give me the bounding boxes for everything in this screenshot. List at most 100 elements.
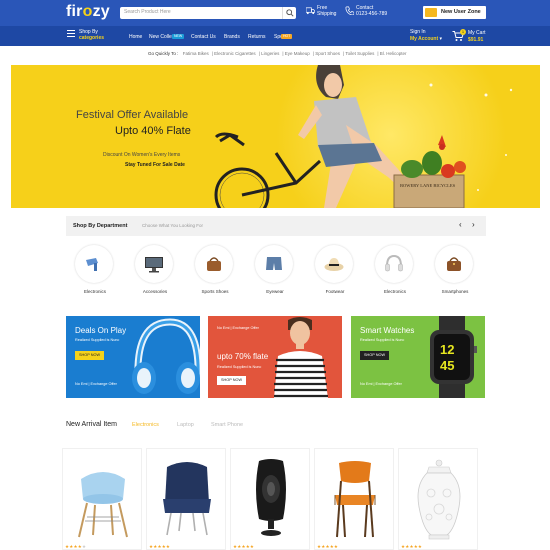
product-card[interactable]: ★★★★★: [398, 448, 478, 550]
armchair-image: [163, 462, 211, 536]
quick-link[interactable]: Lingeries: [261, 51, 279, 56]
department-circle: [135, 245, 173, 283]
department-circle: [75, 245, 113, 283]
product-card[interactable]: ★★★★★: [146, 448, 226, 550]
department-item[interactable]: Electronics: [66, 245, 126, 297]
department-item[interactable]: Sports Shoes: [186, 245, 246, 297]
product-rating: ★★★★★: [317, 544, 339, 549]
menu-icon: [67, 30, 75, 38]
quick-link[interactable]: Toilet Supplies: [345, 51, 374, 56]
new-badge: NEW: [172, 34, 185, 39]
quick-link[interactable]: Electronic Cigarettes: [214, 51, 256, 56]
search-icon: [286, 9, 294, 17]
tab-electronics[interactable]: Electronics: [132, 422, 159, 428]
promo-subtitle: Realized Supplied is Nunc: [75, 338, 120, 342]
department-item[interactable]: Eyewear: [246, 245, 306, 297]
shop-now-button[interactable]: SHOP NOW: [75, 351, 105, 360]
search-bar[interactable]: Search Product Here: [120, 7, 296, 19]
arrivals-title: New Arrival Item: [66, 421, 117, 428]
gift-icon: [425, 8, 437, 17]
product-card[interactable]: ★★★★★: [314, 448, 394, 550]
vase-image: [417, 459, 461, 540]
nav-returns[interactable]: Returns: [248, 34, 266, 40]
account-menu[interactable]: Sign In My Account ▾: [410, 29, 442, 43]
model-image: [274, 317, 328, 398]
quick-link[interactable]: Eye Makeup: [285, 51, 310, 56]
promo-title: upto 70% flate: [217, 352, 269, 361]
department-item[interactable]: Accessories: [126, 245, 186, 297]
department-label: Electronics: [383, 289, 406, 294]
monitor-icon: [145, 257, 163, 273]
nav-home[interactable]: Home: [129, 34, 142, 40]
search-button[interactable]: [282, 7, 296, 19]
department-header: Shop By Department Choose What You Looki…: [66, 216, 486, 236]
cart-total: $91.91: [468, 37, 484, 43]
shipping-line2: Shipping: [317, 11, 337, 17]
product-card[interactable]: ★★★★★: [230, 448, 310, 550]
promo-title: Smart Watches: [360, 326, 415, 335]
bag-icon: [447, 257, 461, 271]
department-section: Shop By Department Choose What You Looki…: [66, 216, 486, 298]
site-logo[interactable]: firozy: [66, 3, 110, 21]
department-circle: [195, 245, 233, 283]
main-nav: Shop By categories Home New Collection N…: [0, 26, 550, 46]
crate-label: BOWERY LANE BICYCLES: [400, 183, 456, 188]
quick-label: Go Quickly To :: [148, 51, 179, 56]
promo-subtitle: Realized Supplied is Nunc: [360, 338, 405, 342]
quick-link[interactable]: Fatima Bikes: [183, 51, 209, 56]
department-circle: [435, 245, 473, 283]
chevron-down-icon: ▾: [439, 36, 443, 42]
department-label: Electronics: [83, 289, 106, 294]
department-item[interactable]: Footwear: [306, 245, 366, 297]
shop-now-button[interactable]: SHOP NOW: [360, 351, 390, 360]
department-item[interactable]: Smartphones: [426, 245, 486, 297]
department-label: Eyewear: [266, 289, 284, 294]
contact-line2: 0123-456-789: [356, 11, 388, 17]
department-label: Footwear: [325, 289, 345, 294]
my-cart-label: My Cart: [468, 30, 486, 36]
top-header: firozy Search Product Here Free Shipping …: [0, 0, 550, 26]
shorts-icon: [266, 257, 282, 270]
product-rating: ★★★★★: [401, 544, 423, 549]
product-rating: ★★★★★: [233, 544, 255, 549]
cart-count: 1: [460, 29, 466, 35]
promo-upto-70[interactable]: No Emi | Exchange Offer upto 70% flate R…: [208, 316, 342, 398]
promo-subtitle: Realized Supplied is Nunc: [217, 365, 262, 369]
hero-banner[interactable]: Festival Offer Available Upto 40% Flate …: [11, 65, 540, 208]
tab-laptop[interactable]: Laptop: [177, 422, 194, 428]
nav-contact-us[interactable]: Contact Us: [191, 34, 216, 40]
promo-smart-watches[interactable]: 12 45 Smart Watches Realized Supplied is…: [351, 316, 485, 398]
headphones-icon: [385, 254, 403, 272]
next-arrow-icon[interactable]: ›: [472, 221, 475, 229]
hair-dryer-icon: [86, 258, 98, 271]
smartwatch-image: 12 45: [430, 316, 477, 398]
shop-now-button[interactable]: SHOP NOW: [217, 376, 247, 385]
hero-image: BOWERY LANE BICYCLES: [214, 65, 513, 208]
nav-brands[interactable]: Brands: [224, 34, 240, 40]
hero-line1: Festival Offer Available: [76, 109, 189, 121]
department-circle: [315, 245, 353, 283]
new-user-zone-button[interactable]: New User Zone: [423, 6, 486, 19]
department-title: Shop By Department: [73, 223, 128, 229]
promo-footer: No Emi | Exchange Offer: [360, 382, 402, 386]
orange-chair-image: [334, 461, 376, 538]
svg-text:45: 45: [440, 358, 454, 373]
user-zone-label: New User Zone: [441, 9, 481, 15]
promo-deals-on-play[interactable]: Deals On Play Realized Supplied is Nunc …: [66, 316, 200, 398]
cart-button[interactable]: 1 My Cart $91.91: [452, 29, 492, 43]
tab-smart-phone[interactable]: Smart Phone: [211, 422, 243, 428]
department-label: Sports Shoes: [201, 289, 229, 294]
department-circle: [255, 245, 293, 283]
product-card[interactable]: ★★★★★: [62, 448, 142, 550]
hero-line2: Upto 40% Flate: [115, 125, 191, 137]
quick-link[interactable]: Sport Shoes: [315, 51, 340, 56]
headphones-image: [132, 318, 200, 394]
department-label: Smartphones: [441, 289, 469, 294]
department-circle: [375, 245, 413, 283]
sign-in-link[interactable]: Sign In: [410, 29, 442, 36]
quick-link[interactable]: Bl. Helicopter: [380, 51, 407, 56]
promo-footer: No Emi | Exchange Offer: [75, 382, 117, 386]
search-input[interactable]: Search Product Here: [124, 9, 171, 15]
department-item[interactable]: Electronics: [366, 245, 426, 297]
prev-arrow-icon[interactable]: ‹: [459, 221, 462, 229]
